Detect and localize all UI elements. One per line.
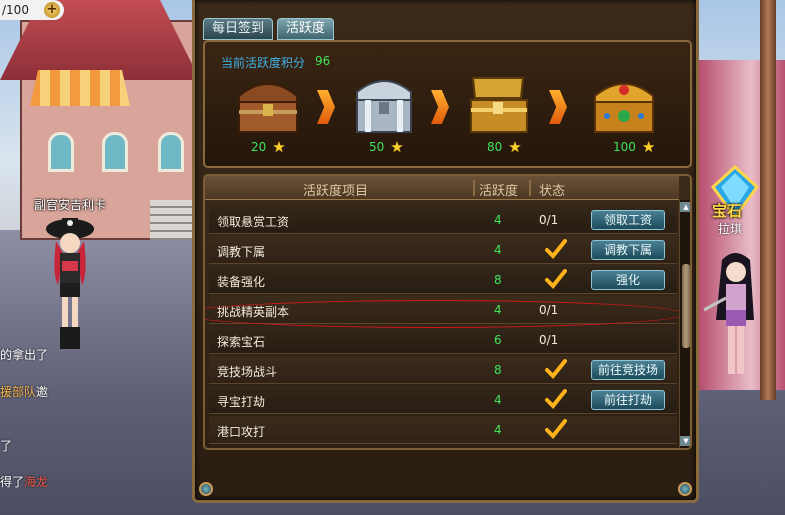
header-item: 活跃度项目 (303, 184, 369, 199)
checkmark-icon (545, 359, 567, 379)
energy-value: /100 (2, 3, 29, 17)
activity-row: 调教下属 4 调教下属 (209, 236, 677, 264)
activity-name: 港口攻打 (217, 425, 266, 439)
star-icon: ★ (390, 138, 404, 156)
list-header: 活跃度项目 活跃度 状态 (205, 176, 679, 200)
tab-daily-checkin[interactable]: 每日签到 (203, 18, 274, 40)
chat-line: 援部队邀 (0, 385, 49, 399)
striped-awning (30, 70, 130, 106)
building-window (48, 132, 74, 172)
activity-name: 挑战精英副本 (217, 305, 290, 319)
activity-name: 竞技场战斗 (217, 365, 278, 379)
scroll-up-icon[interactable]: ▲ (680, 202, 690, 212)
tab-activity[interactable]: 活跃度 (277, 18, 335, 40)
activity-points: 4 (494, 243, 502, 257)
activity-points: 6 (494, 333, 502, 347)
activity-name: 调教下属 (217, 245, 266, 259)
star-icon: ★ (508, 138, 522, 156)
activity-points: 8 (494, 363, 502, 377)
gold-chest-icon[interactable] (463, 72, 533, 136)
header-status: 状态 (539, 184, 566, 199)
activity-points: 4 (494, 423, 502, 437)
building-window (102, 132, 128, 172)
scroll-down-icon[interactable]: ▼ (680, 436, 690, 446)
activity-row: 领取悬赏工资 4 0/1 领取工资 (209, 206, 677, 234)
checkmark-icon (545, 389, 567, 409)
activity-action-button[interactable]: 前往竞技场 (591, 360, 665, 380)
activity-row: 港口攻打 4 (209, 416, 677, 444)
activity-panel: 每日签到 活跃度 当前活跃度积分 96 20 ★ 50 ★ 80 ★ 100 ★… (192, 0, 699, 503)
reward-tiers: 当前活跃度积分 96 20 ★ 50 ★ 80 ★ 100 ★ (203, 40, 692, 168)
activity-points: 4 (494, 393, 502, 407)
header-divider (473, 180, 475, 196)
star-icon: ★ (272, 138, 286, 156)
activity-status: 0/1 (539, 303, 559, 317)
checkmark-icon (545, 269, 567, 289)
header-points: 活跃度 (479, 184, 519, 199)
activity-action-button[interactable]: 强化 (591, 270, 665, 290)
activity-status: 0/1 (539, 213, 559, 227)
checkmark-icon (545, 239, 567, 259)
activity-name: 探索宝石 (217, 335, 266, 349)
score-value: 96 (315, 54, 331, 68)
score-label: 当前活跃度积分 (221, 56, 306, 70)
activity-points: 4 (494, 213, 502, 227)
tier-points: 20 ★ (251, 138, 286, 156)
activity-name: 领取悬赏工资 (217, 215, 290, 229)
activity-row: 挑战精英副本 4 0/1 (209, 296, 677, 324)
activity-points: 8 (494, 273, 502, 287)
activity-row: 竞技场战斗 8 前往竞技场 (209, 356, 677, 384)
stairs (150, 200, 194, 240)
girl-npc[interactable] (700, 250, 770, 380)
chat-line: 得了海龙 (0, 475, 49, 489)
tier-points: 80 ★ (487, 138, 522, 156)
activity-row: 装备强化 8 强化 (209, 266, 677, 294)
progress-arrow-icon (317, 90, 335, 124)
add-energy-button[interactable]: + (44, 2, 60, 18)
gem-label[interactable]: 宝石 (712, 200, 742, 221)
panel-corner-ornament (678, 482, 692, 496)
header-divider (529, 180, 531, 196)
panel-corner-ornament (199, 482, 213, 496)
chat-line: 的拿出了 (0, 348, 49, 362)
building-window (158, 132, 184, 172)
jeweled-chest-icon[interactable] (589, 72, 659, 136)
activity-status: 0/1 (539, 333, 559, 347)
wooden-chest-icon[interactable] (233, 72, 303, 136)
gem-sub-label: 拉琪 (718, 222, 743, 236)
progress-arrow-icon (431, 90, 449, 124)
scroll-thumb[interactable] (682, 264, 690, 348)
tier-points: 100 ★ (613, 138, 656, 156)
activity-action-button[interactable]: 前往打劫 (591, 390, 665, 410)
activity-row: 寻宝打劫 4 前往打劫 (209, 386, 677, 414)
panel-tabs: 每日签到 活跃度 (203, 18, 335, 40)
activity-action-button[interactable]: 调教下属 (591, 240, 665, 260)
star-icon: ★ (641, 138, 656, 156)
activity-list: 活跃度项目 活跃度 状态 领取悬赏工资 4 0/1 领取工资调教下属 4 调教下属装备强化… (203, 174, 692, 450)
pirate-npc[interactable] (38, 215, 102, 353)
activity-row: 探索宝石 6 0/1 (209, 326, 677, 354)
scrollbar[interactable]: ▲ ▼ (679, 200, 690, 448)
checkmark-icon (545, 419, 567, 439)
npc-name-label: 副官安吉利卡 (34, 198, 107, 212)
activity-name: 寻宝打劫 (217, 395, 266, 409)
tier-points: 50 ★ (369, 138, 404, 156)
progress-arrow-icon (549, 90, 567, 124)
activity-points: 4 (494, 303, 502, 317)
silver-chest-icon[interactable] (349, 72, 419, 136)
activity-action-button[interactable]: 领取工资 (591, 210, 665, 230)
chat-line: 了 (0, 439, 13, 453)
activity-name: 装备强化 (217, 275, 266, 289)
